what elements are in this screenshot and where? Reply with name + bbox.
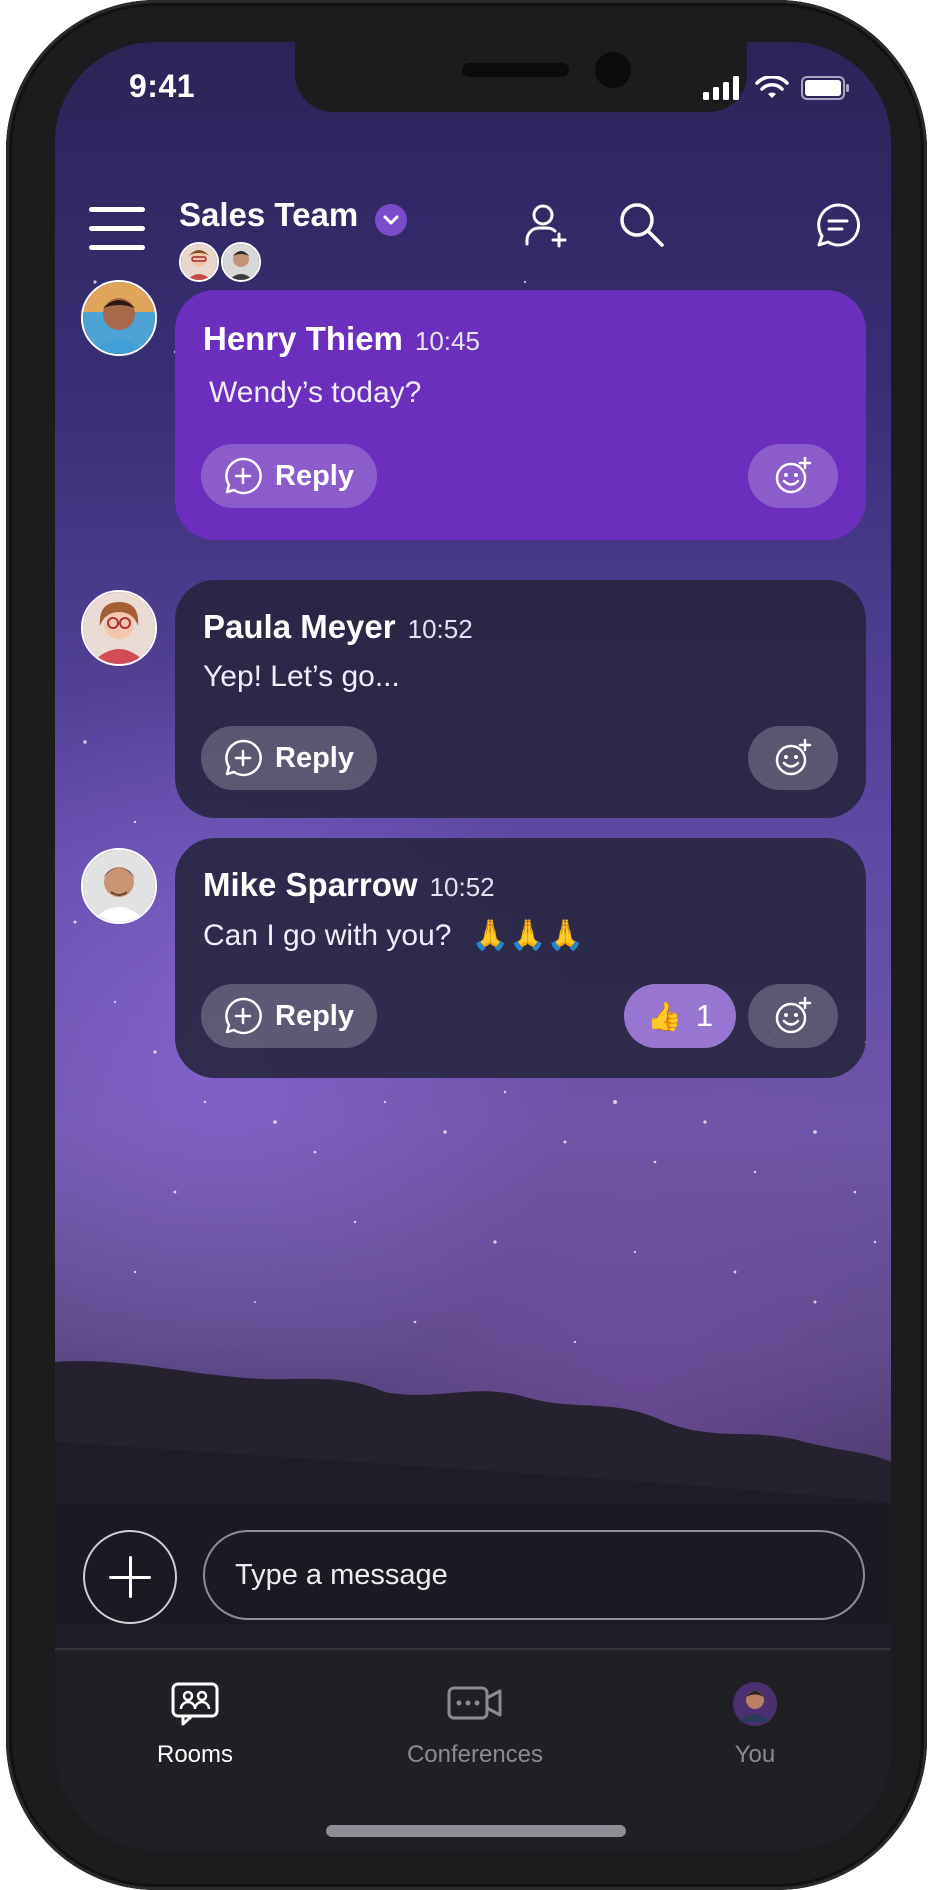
reaction-emoji: 👍	[646, 1000, 682, 1032]
avatar	[221, 242, 261, 282]
avatar[interactable]	[81, 848, 157, 924]
tab-rooms[interactable]: Rooms	[95, 1680, 295, 1769]
wifi-icon	[755, 76, 789, 98]
tab-label: Conferences	[406, 1741, 544, 1768]
message-text: Can I go with you? 🙏🙏🙏	[203, 918, 584, 953]
avatar[interactable]	[81, 280, 157, 356]
reaction-count: 1	[695, 998, 714, 1033]
message-time: 10:52	[429, 872, 495, 902]
sender-label: Mike Sparrow	[203, 866, 418, 903]
add-emoji-icon	[775, 996, 812, 1034]
avatar	[179, 242, 219, 282]
add-emoji-icon	[775, 738, 812, 776]
front-camera	[595, 52, 631, 88]
hills-silhouette	[55, 1360, 891, 1702]
message-input[interactable]	[203, 1530, 865, 1620]
add-emoji-icon	[775, 456, 812, 494]
sender-name: Paula Meyer 10:52	[203, 608, 473, 646]
message-bubble[interactable]: Mike Sparrow 10:52 Can I go with you? 🙏🙏🙏…	[175, 838, 866, 1078]
reply-plus-icon	[225, 457, 262, 495]
battery-icon	[801, 76, 849, 100]
screen: 9:41 Sales Team Henry Thiem 10:45 Wendy’…	[55, 42, 891, 1850]
room-title[interactable]: Sales Team	[179, 196, 358, 234]
chat-icon[interactable]	[813, 200, 863, 250]
reply-button[interactable]: Reply	[201, 726, 377, 790]
reply-label: Reply	[275, 999, 354, 1032]
search-icon[interactable]	[617, 200, 667, 250]
avatar[interactable]	[81, 590, 157, 666]
message-text: Yep! Let’s go...	[203, 660, 400, 693]
status-time: 9:41	[129, 68, 196, 104]
reply-label: Reply	[275, 741, 354, 774]
chat-header: Sales Team	[55, 152, 891, 282]
speaker	[462, 63, 569, 77]
notch	[295, 42, 747, 112]
add-reaction-button[interactable]	[748, 984, 838, 1048]
message-bubble[interactable]: Paula Meyer 10:52 Yep! Let’s go... Reply	[175, 580, 866, 818]
reaction-pill[interactable]: 👍 1	[624, 984, 736, 1048]
add-attachment-button[interactable]	[83, 1530, 177, 1624]
sender-label: Henry Thiem	[203, 320, 403, 357]
reply-button[interactable]: Reply	[201, 444, 377, 508]
sender-name: Mike Sparrow 10:52	[203, 866, 495, 904]
message-row: Paula Meyer 10:52 Yep! Let’s go... Reply	[55, 580, 891, 818]
message-row: Henry Thiem 10:45 Wendy’s today? Reply	[55, 280, 891, 540]
message-text-content: Can I go with you?	[203, 919, 452, 952]
add-person-icon[interactable]	[521, 200, 571, 250]
add-reaction-button[interactable]	[748, 726, 838, 790]
reply-label: Reply	[275, 459, 354, 492]
chevron-down-icon[interactable]	[375, 204, 407, 236]
tab-you[interactable]: You	[655, 1680, 855, 1769]
add-reaction-button[interactable]	[748, 444, 838, 508]
rooms-icon	[171, 1682, 219, 1726]
cellular-signal-icon	[703, 76, 739, 100]
reply-plus-icon	[225, 997, 262, 1035]
message-bubble[interactable]: Henry Thiem 10:45 Wendy’s today? Reply	[175, 290, 866, 540]
message-time: 10:45	[414, 326, 480, 356]
emoji-content: 🙏🙏🙏	[471, 919, 584, 952]
message-row: Mike Sparrow 10:52 Can I go with you? 🙏🙏🙏…	[55, 838, 891, 1078]
sender-label: Paula Meyer	[203, 608, 396, 645]
tab-conferences[interactable]: Conferences	[375, 1680, 575, 1769]
menu-icon[interactable]	[89, 207, 145, 251]
reply-button[interactable]: Reply	[201, 984, 377, 1048]
home-indicator	[326, 1825, 626, 1837]
avatar	[733, 1682, 777, 1726]
sender-name: Henry Thiem 10:45	[203, 320, 480, 358]
phone-frame: 9:41 Sales Team Henry Thiem 10:45 Wendy’…	[6, 0, 927, 1890]
tab-label: Rooms	[156, 1741, 234, 1768]
message-text: Wendy’s today?	[209, 376, 422, 409]
reply-plus-icon	[225, 739, 262, 777]
tab-bar: Rooms Conferences You	[55, 1648, 891, 1850]
message-composer	[55, 1504, 891, 1624]
member-avatars[interactable]	[179, 242, 263, 282]
message-time: 10:52	[407, 614, 473, 644]
video-camera-icon	[447, 1686, 502, 1720]
status-icons	[703, 76, 851, 100]
tab-label: You	[734, 1741, 776, 1768]
